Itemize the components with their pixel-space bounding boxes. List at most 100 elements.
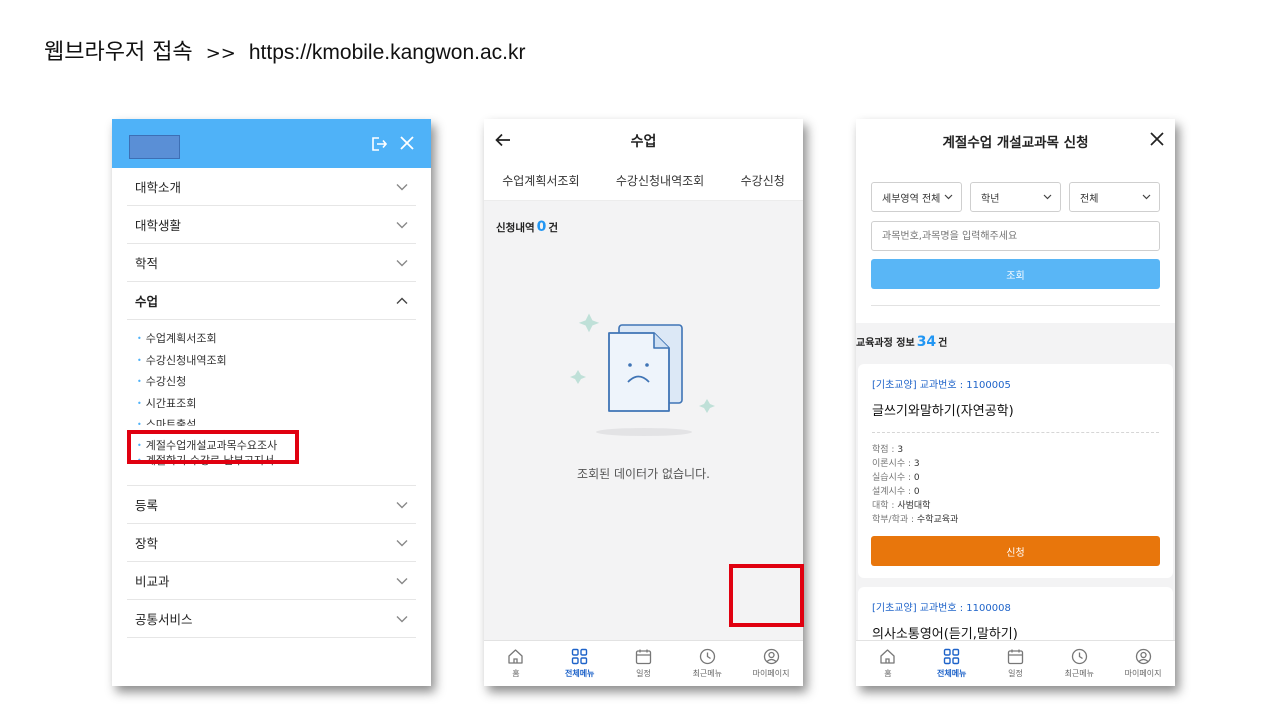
nav-label: 일정 xyxy=(1008,669,1023,678)
nav-label: 전체메뉴 xyxy=(936,669,967,678)
course-meta: [기초교양] 교과번호 : 1100008 xyxy=(872,603,1011,614)
classes-header: 수업 수업계획서조회 수강신청내역조회 수강신청 xyxy=(484,119,803,201)
menu-item-label: 비교과 xyxy=(135,574,170,589)
detail-department: 학부/학과 : 수학교육과 xyxy=(872,515,959,525)
menu-item-campus-life[interactable]: 대학생활 xyxy=(127,206,416,244)
nav-schedule[interactable]: 일정 xyxy=(612,641,676,686)
count-label: 신청내역 xyxy=(496,222,535,234)
phone-menu-screen: 대학소개 대학생활 학적 수업 수업계획서조회 수강신청내역조회 수강신청 시간… xyxy=(112,119,431,686)
count-label: 교육과정 정보 xyxy=(856,338,915,349)
chevron-down-icon xyxy=(396,539,408,546)
logout-icon[interactable] xyxy=(369,135,387,153)
grid-icon xyxy=(571,648,588,665)
nav-home[interactable]: 홈 xyxy=(484,641,548,686)
count-suffix: 건 xyxy=(938,338,948,349)
search-button[interactable]: 조회 xyxy=(871,259,1160,289)
submenu-item-smart-attendance[interactable]: 스마트출석 xyxy=(137,414,416,426)
grade-select[interactable]: 학년 xyxy=(970,182,1061,212)
menu-item-label: 공통서비스 xyxy=(135,612,193,627)
divider xyxy=(871,305,1160,306)
menu-item-enrollment[interactable]: 등록 xyxy=(127,486,416,524)
chevron-down-icon xyxy=(396,221,408,228)
classes-tabs: 수업계획서조회 수강신청내역조회 수강신청 xyxy=(484,172,803,189)
detail-design-hours: 설계시수 : 0 xyxy=(872,487,920,497)
nav-recent-menu[interactable]: 최근메뉴 xyxy=(675,641,739,686)
tab-registration-history[interactable]: 수강신청내역조회 xyxy=(616,172,704,189)
nav-label: 마이페이지 xyxy=(752,669,790,678)
submenu-item-registration-history[interactable]: 수강신청내역조회 xyxy=(137,350,416,372)
count-value: 0 xyxy=(536,219,547,235)
count-value: 34 xyxy=(916,334,937,350)
nav-label: 홈 xyxy=(512,669,520,678)
select-value: 세부영역 전체 xyxy=(882,193,941,205)
course-card: [기초교양] 교과번호 : 1100005 글쓰기와말하기(자연공학) 학점 :… xyxy=(858,364,1173,578)
submenu-item-course-registration[interactable]: 수강신청 xyxy=(137,371,416,393)
detail-credits: 학점 : 3 xyxy=(872,445,904,455)
clock-icon xyxy=(699,648,715,665)
menu-item-academic-record[interactable]: 학적 xyxy=(127,244,416,282)
count-suffix: 건 xyxy=(548,222,559,234)
menu-item-label: 수업 xyxy=(135,294,159,309)
calendar-icon xyxy=(1007,649,1024,665)
menu-item-classes[interactable]: 수업 xyxy=(127,282,416,320)
user-icon xyxy=(1135,648,1151,665)
submenu-item-syllabus[interactable]: 수업계획서조회 xyxy=(137,328,416,350)
nav-label: 전체메뉴 xyxy=(564,669,595,678)
nav-recent-menu[interactable]: 최근메뉴 xyxy=(1047,641,1111,686)
chevron-down-icon xyxy=(396,259,408,266)
nav-all-menu[interactable]: 전체메뉴 xyxy=(548,641,612,686)
home-icon xyxy=(508,649,524,664)
tab-syllabus[interactable]: 수업계획서조회 xyxy=(502,172,579,189)
menu-item-about[interactable]: 대학소개 xyxy=(127,168,416,206)
bottom-nav: 홈 전체메뉴 일정 최근메뉴 마이페이지 xyxy=(856,640,1175,686)
nav-schedule[interactable]: 일정 xyxy=(984,641,1048,686)
home-icon xyxy=(880,649,896,664)
apply-button[interactable]: 신청 xyxy=(871,536,1160,566)
page-title: 수업 xyxy=(630,134,657,150)
course-search-input[interactable] xyxy=(871,221,1160,251)
highlight-box-write-button xyxy=(729,564,804,627)
menu-item-scholarship[interactable]: 장학 xyxy=(127,524,416,562)
tab-course-registration[interactable]: 수강신청 xyxy=(741,172,785,189)
menu-item-extracurricular[interactable]: 비교과 xyxy=(127,562,416,600)
slide-title-text: 웹브라우저 접속 xyxy=(44,40,193,65)
chevron-down-icon xyxy=(396,577,408,584)
chevron-down-icon xyxy=(396,615,408,622)
nav-my-page[interactable]: 마이페이지 xyxy=(1111,641,1175,686)
menu-item-common-services[interactable]: 공통서비스 xyxy=(127,600,416,638)
menu-item-label: 등록 xyxy=(135,498,159,513)
nav-label: 최근메뉴 xyxy=(692,669,723,678)
category-select[interactable]: 전체 xyxy=(1069,182,1160,212)
seasonal-header: 계절수업 개설교과목 신청 xyxy=(856,119,1175,161)
highlight-box-demand-survey xyxy=(127,430,299,464)
nav-all-menu[interactable]: 전체메뉴 xyxy=(920,641,984,686)
course-meta: [기초교양] 교과번호 : 1100005 xyxy=(872,380,1011,391)
page-title: 계절수업 개설교과목 신청 xyxy=(942,135,1089,151)
menu-header xyxy=(112,119,431,168)
close-icon[interactable] xyxy=(1150,132,1164,146)
divider xyxy=(872,432,1159,433)
detail-theory-hours: 이론시수 : 3 xyxy=(872,459,920,469)
nav-label: 일정 xyxy=(636,669,651,678)
menu-item-label: 대학소개 xyxy=(135,180,182,195)
course-name: 글쓰기와말하기(자연공학) xyxy=(872,404,1014,419)
close-icon[interactable] xyxy=(399,135,415,151)
user-icon xyxy=(763,648,779,665)
chevron-up-icon xyxy=(396,297,408,304)
menu-list: 대학소개 대학생활 학적 수업 수업계획서조회 수강신청내역조회 수강신청 시간… xyxy=(112,168,431,638)
bottom-nav: 홈 전체메뉴 일정 최근메뉴 마이페이지 xyxy=(484,640,803,686)
area-select[interactable]: 세부영역 전체 xyxy=(871,182,962,212)
submenu-item-timetable[interactable]: 시간표조회 xyxy=(137,393,416,415)
empty-state-message: 조회된 데이터가 없습니다. xyxy=(577,467,710,481)
nav-home[interactable]: 홈 xyxy=(856,641,920,686)
nav-my-page[interactable]: 마이페이지 xyxy=(739,641,803,686)
nav-label: 마이페이지 xyxy=(1124,669,1162,678)
chevron-down-icon xyxy=(1043,194,1052,200)
select-value: 전체 xyxy=(1080,193,1099,205)
slide-title-separator: >> xyxy=(205,43,236,64)
slide-title: 웹브라우저 접속 >> https://kmobile.kangwon.ac.k… xyxy=(44,34,526,66)
empty-document-icon xyxy=(570,313,715,436)
chevron-down-icon xyxy=(1142,194,1151,200)
university-logo[interactable] xyxy=(129,135,180,159)
course-card: [기초교양] 교과번호 : 1100008 의사소통영어(듣기,말하기) xyxy=(858,587,1173,647)
